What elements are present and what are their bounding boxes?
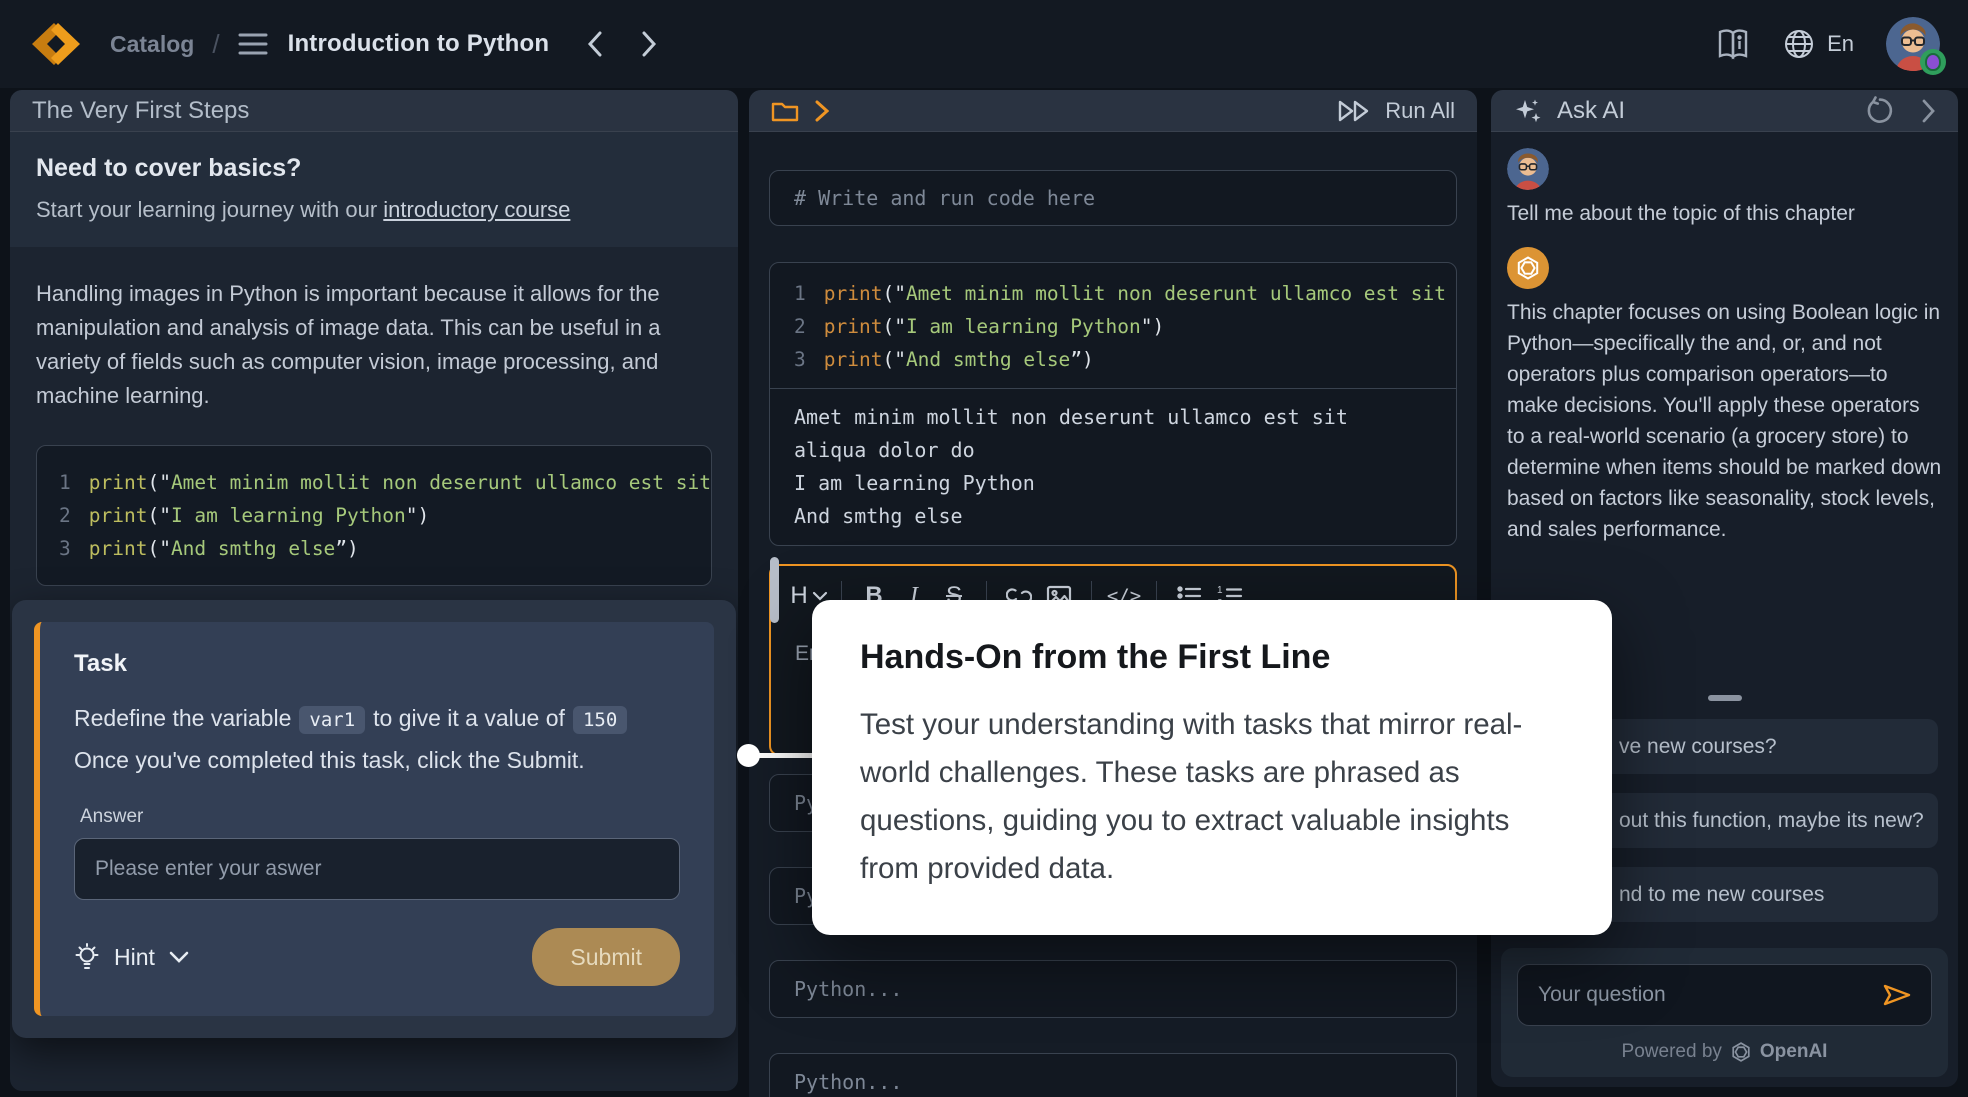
sparkles-icon xyxy=(1513,96,1543,126)
workspace-header-bar: Run All xyxy=(749,90,1477,132)
code-line: 1print("Amet minim mollit non deserunt u… xyxy=(794,277,1432,310)
code-line: 2print("I am learning Python") xyxy=(59,499,689,532)
breadcrumb-separator: / xyxy=(212,29,219,60)
run-all-label: Run All xyxy=(1385,98,1455,124)
ask-ai-panel: Ask AI xyxy=(1491,90,1958,1087)
page-title: Introduction to Python xyxy=(288,30,550,58)
code-line: 1print("Amet minim mollit non deserunt u… xyxy=(59,466,689,499)
chevron-down-icon xyxy=(169,951,189,963)
scratch-code-cell[interactable]: # Write and run code here xyxy=(769,170,1457,226)
reset-chat-icon[interactable] xyxy=(1865,96,1895,126)
send-icon[interactable] xyxy=(1881,980,1913,1010)
user-chat-avatar xyxy=(1507,148,1549,190)
question-input-wrap xyxy=(1517,964,1932,1026)
lesson-panel: The Very First Steps Need to cover basic… xyxy=(10,90,738,1091)
code-line: 3print("And smthg else”) xyxy=(794,343,1432,376)
svg-text:1: 1 xyxy=(1217,585,1223,596)
tooltip-connector-dot xyxy=(737,744,760,767)
tooltip-title: Hands-On from the First Line xyxy=(860,638,1564,677)
achievement-badge xyxy=(1920,49,1946,75)
ai-message: This chapter focuses on using Boolean lo… xyxy=(1507,297,1942,545)
editor-scrollbar-thumb[interactable] xyxy=(770,557,779,623)
run-all-button[interactable]: Run All xyxy=(1337,98,1455,124)
ask-ai-header-bar: Ask AI xyxy=(1491,90,1958,132)
navbar-right-group: En xyxy=(1715,17,1940,71)
answer-input[interactable] xyxy=(74,838,680,900)
question-box: Powered by OpenAI xyxy=(1501,948,1948,1077)
openai-avatar xyxy=(1507,247,1549,289)
onboarding-tooltip: Hands-On from the First Line Test your u… xyxy=(812,600,1612,935)
language-selector[interactable]: En xyxy=(1783,28,1854,60)
code-line: 2print("I am learning Python") xyxy=(794,310,1432,343)
python-cell[interactable]: Python... xyxy=(769,960,1457,1018)
powered-by-row: Powered by OpenAI xyxy=(1517,1026,1932,1077)
ask-ai-title: Ask AI xyxy=(1557,97,1625,125)
tooltip-body: Test your understanding with tasks that … xyxy=(860,701,1564,893)
lesson-code-snippet: 1print("Amet minim mollit non deserunt u… xyxy=(36,445,712,586)
task-card-highlight: Task Redefine the variablevar1to give it… xyxy=(12,600,736,1038)
code-cell-with-output: 1print("Amet minim mollit non deserunt u… xyxy=(769,262,1457,546)
basics-callout: Need to cover basics? Start your learnin… xyxy=(10,132,738,247)
suggestions-drag-handle[interactable] xyxy=(1708,695,1742,701)
value-chip: 150 xyxy=(573,706,627,734)
user-avatar[interactable] xyxy=(1886,17,1940,71)
ask-ai-chat: Tell me about the topic of this chapter … xyxy=(1491,132,1958,563)
question-input[interactable] xyxy=(1536,982,1881,1008)
task-card: Task Redefine the variablevar1to give it… xyxy=(34,622,714,1016)
output-line: I am learning Python xyxy=(794,467,1432,500)
task-title: Task xyxy=(74,650,680,678)
breadcrumb-catalog[interactable]: Catalog xyxy=(110,31,194,58)
python-cell[interactable]: Python... xyxy=(769,1053,1457,1097)
output-line: Amet minim mollit non deserunt ullamco e… xyxy=(794,401,1432,467)
lesson-title: The Very First Steps xyxy=(32,97,249,125)
lightbulb-icon xyxy=(74,942,100,972)
scratch-placeholder: # Write and run code here xyxy=(794,186,1095,210)
top-navbar: Catalog / Introduction to Python En xyxy=(0,0,1968,88)
task-footer: Hint Submit xyxy=(74,928,680,986)
language-label: En xyxy=(1827,31,1854,57)
openai-logo-icon xyxy=(1730,1041,1752,1063)
chapter-menu-icon[interactable] xyxy=(238,32,268,56)
hint-button[interactable]: Hint xyxy=(74,942,189,972)
openai-logo-icon xyxy=(1515,255,1541,281)
answer-label: Answer xyxy=(80,806,680,828)
collapse-panel-icon[interactable] xyxy=(1921,99,1936,123)
run-all-icon xyxy=(1337,98,1373,124)
code-editor-area[interactable]: 1print("Amet minim mollit non deserunt u… xyxy=(770,263,1456,388)
variable-chip: var1 xyxy=(299,706,365,734)
brand-logo-icon[interactable] xyxy=(28,21,84,67)
output-line: And smthg else xyxy=(794,500,1432,533)
next-chapter-button[interactable] xyxy=(641,31,657,57)
code-output-area: Amet minim mollit non deserunt ullamco e… xyxy=(770,388,1456,545)
code-line: 3print("And smthg else”) xyxy=(59,532,689,565)
expand-chevron-icon[interactable] xyxy=(815,100,829,122)
lesson-paragraph: Handling images in Python is important b… xyxy=(36,277,712,413)
basics-heading: Need to cover basics? xyxy=(36,154,712,183)
folder-icon[interactable] xyxy=(771,99,799,123)
prev-chapter-button[interactable] xyxy=(587,31,603,57)
task-description: Redefine the variablevar1to give it a va… xyxy=(74,698,680,780)
task-instruction: Once you've completed this task, click t… xyxy=(74,740,680,780)
openai-label: OpenAI xyxy=(1760,1041,1828,1063)
handbook-icon[interactable] xyxy=(1715,28,1751,60)
hint-label: Hint xyxy=(114,944,155,971)
lesson-header-bar: The Very First Steps xyxy=(10,90,738,132)
user-message: Tell me about the topic of this chapter xyxy=(1507,198,1942,229)
powered-by-label: Powered by xyxy=(1622,1041,1722,1063)
basics-text: Start your learning journey with our int… xyxy=(36,197,712,223)
introductory-course-link[interactable]: introductory course xyxy=(383,197,570,222)
code-workspace-panel: Run All # Write and run code here 1print… xyxy=(749,90,1477,1097)
submit-button[interactable]: Submit xyxy=(532,928,680,986)
